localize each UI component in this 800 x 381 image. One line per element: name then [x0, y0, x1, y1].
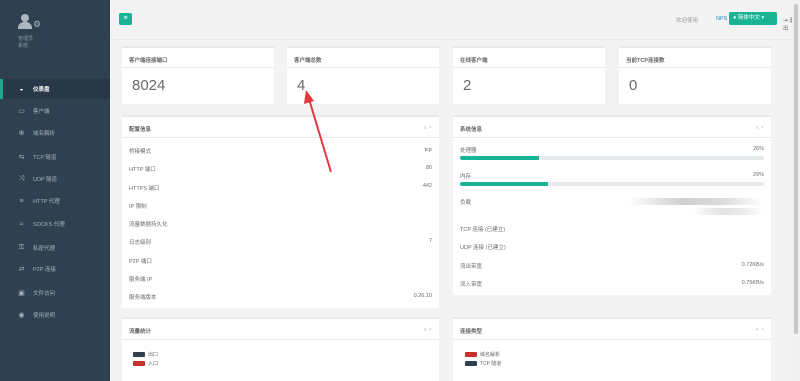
scrollbar[interactable]	[792, 0, 800, 381]
scrollbar-thumb[interactable]	[794, 4, 798, 334]
annotation-arrow	[304, 90, 332, 173]
